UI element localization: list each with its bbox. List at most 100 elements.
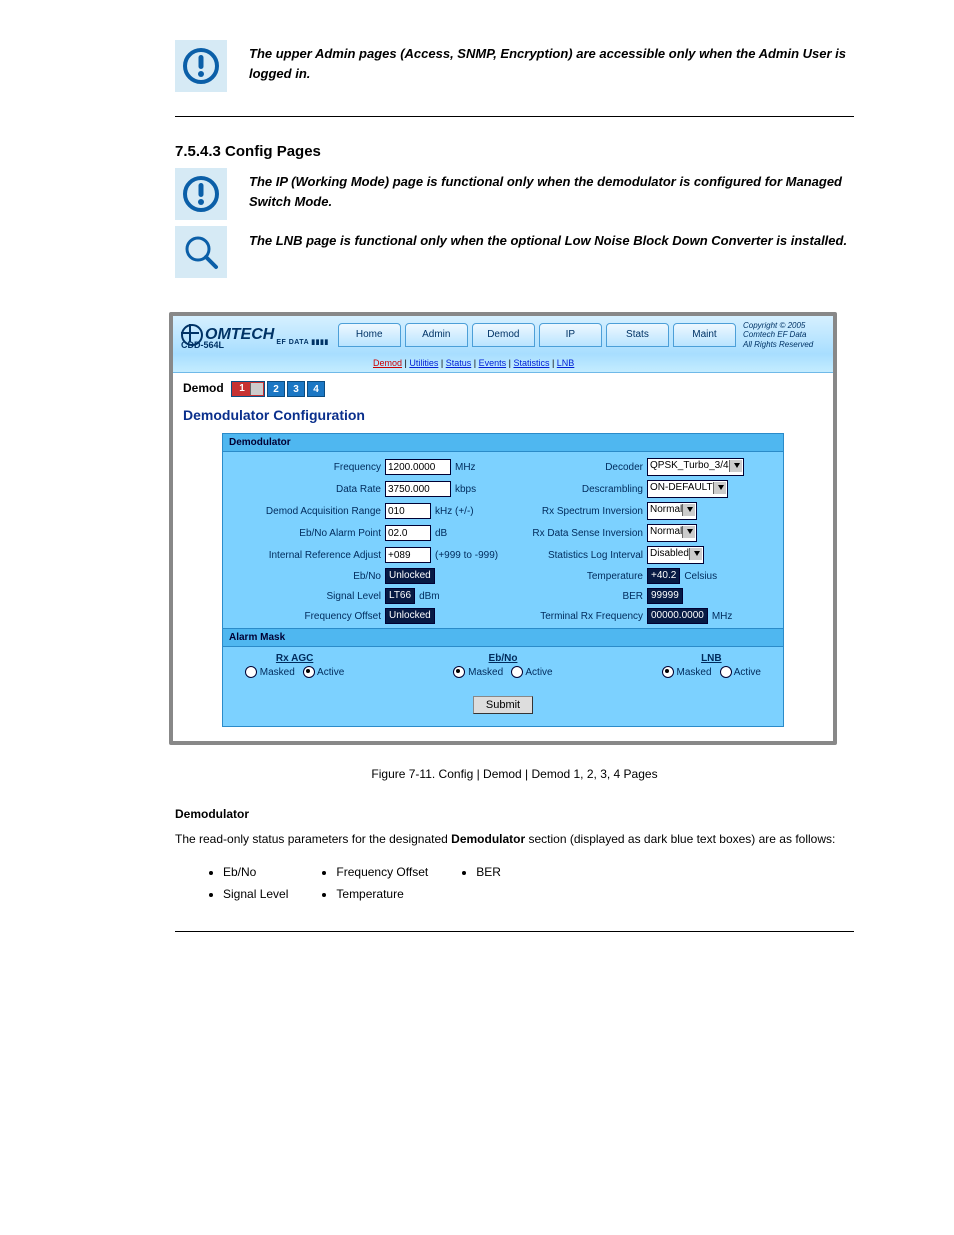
nav-tab-demod[interactable]: Demod <box>472 323 535 347</box>
t: Demodulator <box>451 832 525 846</box>
select-rx-data-sense-inversion[interactable]: Normal <box>647 524 697 542</box>
t: page is functional only when the optiona… <box>302 233 847 248</box>
t: The <box>249 174 276 189</box>
bullet-column: Frequency Offset Temperature <box>318 865 428 909</box>
radio-active[interactable] <box>303 666 315 678</box>
field-label: Statistics Log Interval <box>503 550 647 561</box>
field-label: Signal Level <box>231 591 385 602</box>
config-row: Demod Acquisition RangekHz (+/-)Rx Spect… <box>231 502 775 520</box>
field-label: Data Rate <box>231 484 385 495</box>
select-decoder[interactable]: QPSK_Turbo_3/4 <box>647 458 744 476</box>
field-label: Rx Data Sense Inversion <box>503 528 647 539</box>
input-eb-no-alarm-point[interactable] <box>385 525 431 541</box>
radio-masked[interactable] <box>245 666 257 678</box>
icons-col <box>175 168 227 284</box>
note-config-pages: The IP (Working Mode) page is functional… <box>175 168 854 284</box>
nav-tab-ip[interactable]: IP <box>539 323 602 347</box>
config-panel: Demodulator Frequency MHz DecoderQPSK_Turb… <box>222 433 784 727</box>
readonly-signal-level: LT66 <box>385 588 415 604</box>
field-label: BER <box>503 591 647 602</box>
radio-active[interactable] <box>720 666 732 678</box>
t: section (displayed as dark blue text box… <box>525 832 835 846</box>
demod-tab-2[interactable]: 2 <box>267 381 285 397</box>
radio-masked[interactable] <box>662 666 674 678</box>
bullet-item: Eb/No <box>223 865 288 879</box>
select-descrambling[interactable]: ON-DEFAULT <box>647 480 728 498</box>
icons-col <box>175 40 227 98</box>
product-label: CDD-564L <box>181 340 224 350</box>
t: The <box>249 233 276 248</box>
page-title: Demodulator Configuration <box>183 407 823 423</box>
config-row: Signal LevelLT66 dBm BER99999 <box>231 588 775 604</box>
radio-active[interactable] <box>511 666 523 678</box>
section-subheading: Demodulator <box>175 807 854 821</box>
alarm-title: Rx AGC <box>241 653 348 664</box>
panel-header-alarm: Alarm Mask <box>223 628 783 647</box>
app-screenshot: OMTECHEF DATA ▮▮▮▮ HomeAdminDemodIPStats… <box>169 312 837 745</box>
demod-tab-1[interactable]: 1 <box>231 381 265 397</box>
demod-label: Demod <box>183 381 224 395</box>
radio-masked[interactable] <box>453 666 465 678</box>
t: IP (Working Mode) <box>276 174 389 189</box>
input-data-rate[interactable] <box>385 481 451 497</box>
alarm-group-eb-no: Eb/No Masked Active <box>449 653 556 678</box>
field-label: Decoder <box>503 462 647 473</box>
field-label: Frequency <box>231 462 385 473</box>
config-row: Eb/No Alarm PointdBRx Data Sense Inversi… <box>231 524 775 542</box>
copyright-text: Copyright © 2005Comtech EF DataAll Right… <box>739 319 825 352</box>
bullet-item: Frequency Offset <box>336 865 428 879</box>
subnav-events[interactable]: Events <box>479 358 507 368</box>
nav-tab-stats[interactable]: Stats <box>606 323 669 347</box>
field-label: Frequency Offset <box>231 611 385 622</box>
submit-button[interactable]: Submit <box>473 696 533 714</box>
nav-tab-maint[interactable]: Maint <box>673 323 736 347</box>
t: LNB <box>276 233 303 248</box>
exclamation-icon <box>175 40 227 92</box>
field-label: Eb/No <box>231 571 385 582</box>
input-internal-reference-adjust[interactable] <box>385 547 431 563</box>
unit: (+999 to -999) <box>435 550 498 561</box>
header-bar: OMTECHEF DATA ▮▮▮▮ HomeAdminDemodIPStats… <box>173 316 833 354</box>
bullet-column: Eb/NoSignal Level <box>205 865 288 909</box>
bullet-column: BER <box>458 865 501 909</box>
unit: MHz <box>712 611 733 622</box>
demod-tab-3[interactable]: 3 <box>287 381 305 397</box>
unit: dBm <box>419 591 440 602</box>
alarm-title: LNB <box>658 653 765 664</box>
readonly-frequency-offset: Unlocked <box>385 608 435 624</box>
config-row: Data RatekbpsDescramblingON-DEFAULT <box>231 480 775 498</box>
subnav-statistics[interactable]: Statistics <box>513 358 549 368</box>
unit: dB <box>435 528 447 539</box>
alarm-group-lnb: LNB Masked Active <box>658 653 765 678</box>
separator <box>175 116 854 117</box>
readonly-ber: 99999 <box>647 588 683 604</box>
config-row: Eb/NoUnlockedTemperature+40.2Celsius <box>231 568 775 584</box>
t: The read-only status parameters for the … <box>175 832 451 846</box>
t: Admin User <box>759 46 832 61</box>
readonly-temperature: +40.2 <box>647 568 680 584</box>
config-row: Frequency MHz DecoderQPSK_Turbo_3/4 <box>231 458 775 476</box>
subnav-utilities[interactable]: Utilities <box>409 358 438 368</box>
t: . <box>328 194 332 209</box>
bullet-item: Temperature <box>336 887 428 901</box>
demod-tab-4[interactable]: 4 <box>307 381 325 397</box>
subnav-demod[interactable]: Demod <box>373 358 402 368</box>
unit: MHz <box>455 462 476 473</box>
config-row: Frequency OffsetUnlockedTerminal Rx Freq… <box>231 608 775 624</box>
select-statistics-log-interval[interactable]: Disabled <box>647 546 704 564</box>
demod-selector: 1234 <box>231 381 325 397</box>
input-frequency[interactable] <box>385 459 451 475</box>
t: pages (Access, SNMP, Encryption) are acc… <box>355 46 758 61</box>
select-rx-spectrum-inversion[interactable]: Normal <box>647 502 697 520</box>
submit-row: Submit <box>223 688 783 726</box>
input-demod-acquisition-range[interactable] <box>385 503 431 519</box>
subnav-lnb[interactable]: LNB <box>557 358 575 368</box>
nav-tab-home[interactable]: Home <box>338 323 401 347</box>
t: Admin <box>315 46 355 61</box>
panel-header-demodulator: Demodulator <box>223 434 783 452</box>
config-row: Internal Reference Adjust(+999 to -999)S… <box>231 546 775 564</box>
nav-tab-admin[interactable]: Admin <box>405 323 468 347</box>
readonly-terminal-rx-frequency: 00000.0000 <box>647 608 708 624</box>
unit: kHz (+/-) <box>435 506 474 517</box>
subnav-status[interactable]: Status <box>446 358 472 368</box>
